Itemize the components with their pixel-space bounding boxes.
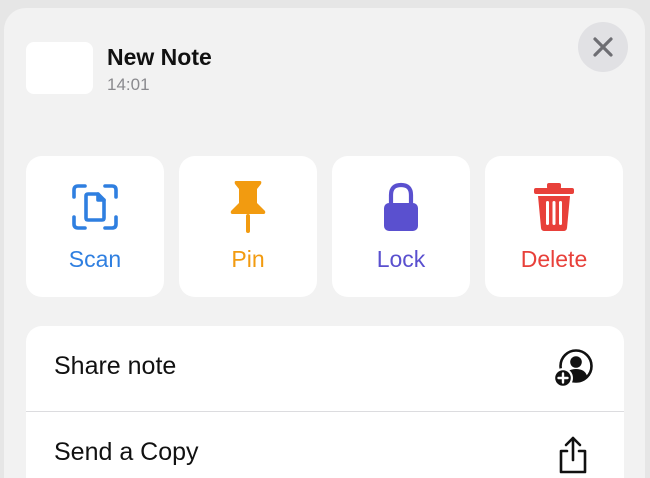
note-action-sheet: New Note 14:01 Scan Pin Lock Delete Shar… — [4, 8, 645, 478]
lock-icon — [384, 182, 418, 231]
scan-label: Scan — [68, 246, 122, 272]
note-time: 14:01 — [107, 75, 150, 94]
delete-button[interactable]: Delete — [485, 156, 623, 297]
send-copy-row[interactable]: Send a Copy — [26, 412, 624, 478]
note-options-list: Share note Send a Copy — [26, 326, 624, 478]
delete-label: Delete — [520, 246, 588, 272]
share-note-row[interactable]: Share note — [26, 326, 624, 412]
add-person-icon — [553, 349, 593, 388]
note-title: New Note — [107, 44, 212, 70]
send-copy-label: Send a Copy — [54, 438, 199, 466]
share-icon — [559, 436, 587, 474]
scan-button[interactable]: Scan — [26, 156, 164, 297]
close-button[interactable] — [578, 22, 628, 72]
pin-icon — [230, 181, 266, 233]
pin-label: Pin — [231, 246, 265, 272]
scan-document-icon — [72, 184, 118, 230]
share-note-label: Share note — [54, 352, 177, 380]
close-icon — [593, 37, 613, 57]
pin-button[interactable]: Pin — [179, 156, 317, 297]
note-thumbnail — [26, 42, 93, 94]
lock-button[interactable]: Lock — [332, 156, 470, 297]
lock-label: Lock — [376, 246, 426, 272]
trash-icon — [534, 183, 574, 231]
